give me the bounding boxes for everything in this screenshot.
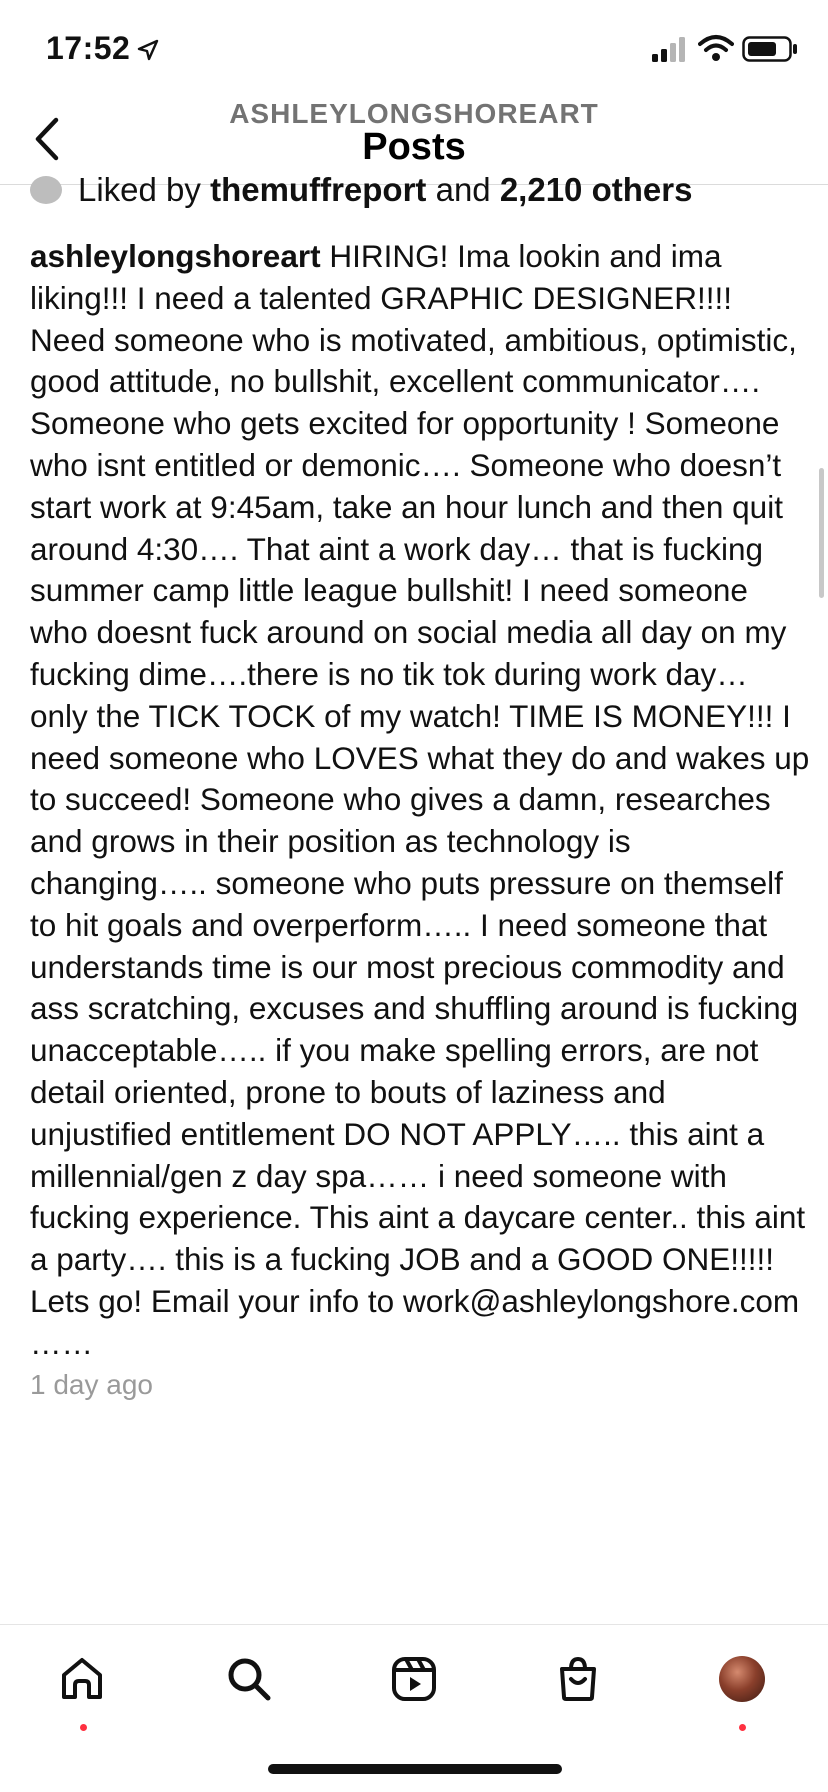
profile-avatar (719, 1656, 765, 1702)
caption-text: HIRING! Ima lookin and ima liking!!! I n… (30, 238, 810, 1361)
nav-search[interactable] (219, 1649, 279, 1709)
post-timestamp: 1 day ago (30, 1368, 153, 1400)
cellular-signal-icon (652, 37, 685, 62)
shopping-bag-icon (560, 1656, 596, 1701)
reels-icon (392, 1657, 436, 1701)
screen: 17:52 ASHLEYLONGSHOREART Posts Liked by … (0, 0, 828, 1792)
likes-count[interactable]: 2,210 others (500, 171, 693, 208)
home-indicator[interactable] (268, 1764, 562, 1774)
home-notification-dot (80, 1724, 87, 1731)
search-icon (228, 1658, 271, 1701)
profile-notification-dot (739, 1724, 746, 1731)
likes-prefix: Liked by (78, 171, 211, 208)
post-content: Liked by themuffreport and 2,210 others … (30, 171, 810, 1401)
likes-middle: and (426, 171, 500, 208)
likes-text[interactable]: Liked by themuffreport and 2,210 others (78, 170, 692, 210)
liker-username[interactable]: themuffreport (210, 171, 426, 208)
status-time: 17:52 (46, 30, 131, 66)
nav-reels[interactable] (384, 1649, 444, 1709)
nav-shop[interactable] (548, 1649, 608, 1709)
status-bar: 17:52 (0, 0, 828, 100)
liker-avatar (30, 176, 62, 204)
home-icon (62, 1658, 102, 1699)
caption-username[interactable]: ashleylongshoreart (30, 238, 321, 274)
likes-row[interactable]: Liked by themuffreport and 2,210 others (30, 170, 810, 212)
wifi-icon (698, 35, 734, 61)
page-title: Posts (362, 126, 466, 168)
scroll-indicator (819, 468, 824, 598)
nav-home[interactable] (52, 1649, 112, 1709)
location-arrow-icon (137, 39, 159, 61)
nav-profile[interactable] (712, 1649, 772, 1709)
post-caption: ashleylongshoreart HIRING! Ima lookin an… (30, 236, 810, 1365)
battery-icon (742, 36, 797, 62)
